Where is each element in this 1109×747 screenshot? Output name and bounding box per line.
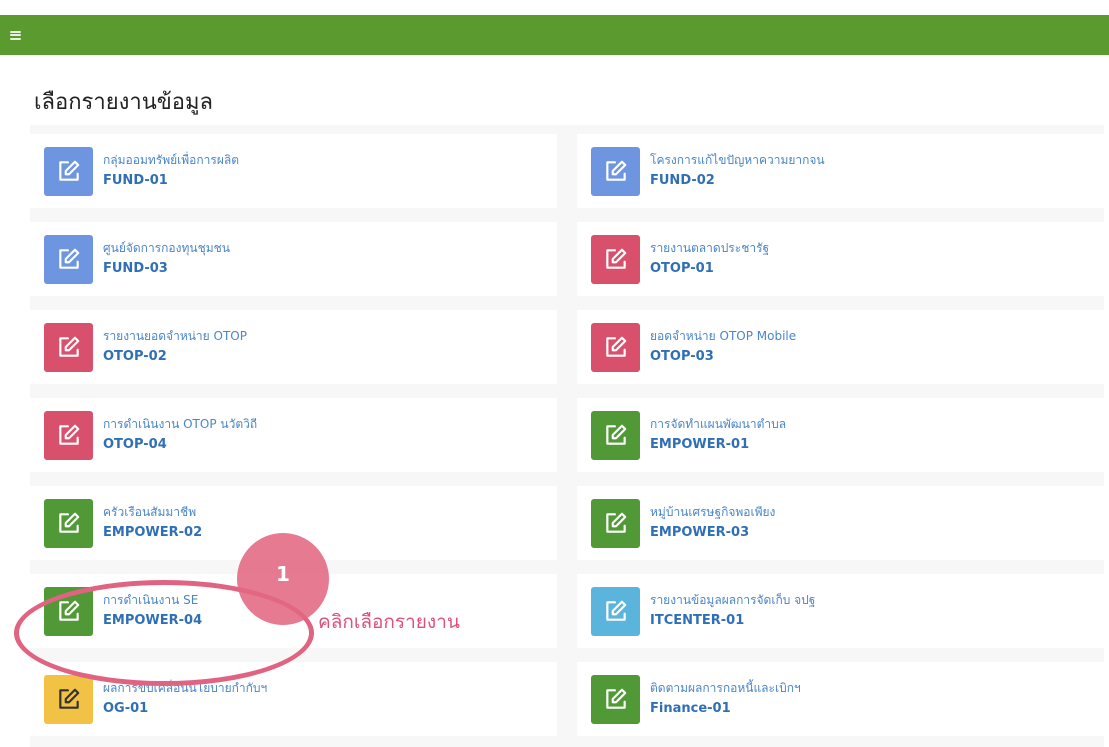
top-navbar [0, 15, 1109, 55]
edit-icon [44, 674, 93, 724]
report-card-finance-01[interactable]: ติดตามผลการกอหนี้และเบิกฯ Finance-01 [577, 662, 1104, 736]
edit-icon [591, 234, 640, 284]
edit-icon [591, 586, 640, 636]
report-card-fund-03[interactable]: ศูนย์จัดการกองทุนชุมชน FUND-03 [30, 222, 557, 296]
report-code[interactable]: EMPOWER-02 [103, 523, 202, 543]
report-code[interactable]: EMPOWER-01 [650, 435, 786, 455]
report-name[interactable]: โครงการแก้ไขปัญหาความยากจน [650, 152, 825, 168]
step-number: 1 [276, 562, 290, 586]
report-code[interactable]: FUND-01 [103, 171, 239, 191]
report-code[interactable]: OG-01 [103, 699, 267, 719]
hamburger-menu-icon[interactable] [10, 30, 21, 40]
report-card-otop-01[interactable]: รายงานตลาดประชารัฐ OTOP-01 [577, 222, 1104, 296]
edit-icon [44, 586, 93, 636]
report-name[interactable]: การจัดทำแผนพัฒนาตำบล [650, 416, 786, 432]
report-code[interactable]: OTOP-04 [103, 435, 257, 455]
report-card-empower-01[interactable]: การจัดทำแผนพัฒนาตำบล EMPOWER-01 [577, 398, 1104, 472]
edit-icon [44, 498, 93, 548]
report-code[interactable]: OTOP-02 [103, 347, 247, 367]
report-name[interactable]: รายงานยอดจำหน่าย OTOP [103, 328, 247, 344]
report-name[interactable]: รายงานตลาดประชารัฐ [650, 240, 769, 256]
edit-icon [44, 234, 93, 284]
report-name[interactable]: ติดตามผลการกอหนี้และเบิกฯ [650, 680, 801, 696]
report-grid: กลุ่มออมทรัพย์เพื่อการผลิต FUND-01 โครงก… [30, 134, 1104, 736]
report-card-otop-02[interactable]: รายงานยอดจำหน่าย OTOP OTOP-02 [30, 310, 557, 384]
edit-icon [44, 410, 93, 460]
report-code[interactable]: FUND-03 [103, 259, 230, 279]
report-card-otop-03[interactable]: ยอดจำหน่าย OTOP Mobile OTOP-03 [577, 310, 1104, 384]
instruction-callout: คลิกเลือกรายงาน [318, 611, 460, 633]
report-card-empower-03[interactable]: หมู่บ้านเศรษฐกิจพอเพียง EMPOWER-03 [577, 486, 1104, 560]
report-card-og-01[interactable]: ผลการขับเคลื่อนนโยบายกำกับฯ OG-01 [30, 662, 557, 736]
edit-icon [44, 322, 93, 372]
edit-icon [591, 674, 640, 724]
report-name[interactable]: กลุ่มออมทรัพย์เพื่อการผลิต [103, 152, 239, 168]
report-code[interactable]: FUND-02 [650, 171, 825, 191]
report-card-fund-01[interactable]: กลุ่มออมทรัพย์เพื่อการผลิต FUND-01 [30, 134, 557, 208]
report-name[interactable]: การดำเนินงาน SE [103, 592, 202, 608]
page-title: เลือกรายงานข้อมูล [34, 90, 213, 115]
edit-icon [591, 498, 640, 548]
edit-icon [44, 146, 93, 196]
report-code[interactable]: Finance-01 [650, 699, 801, 719]
report-code[interactable]: ITCENTER-01 [650, 611, 815, 631]
report-code[interactable]: EMPOWER-03 [650, 523, 775, 543]
report-code[interactable]: OTOP-01 [650, 259, 769, 279]
report-name[interactable]: ยอดจำหน่าย OTOP Mobile [650, 328, 796, 344]
report-name[interactable]: หมู่บ้านเศรษฐกิจพอเพียง [650, 504, 775, 520]
report-name[interactable]: รายงานข้อมูลผลการจัดเก็บ จปฐ [650, 592, 815, 608]
report-code[interactable]: EMPOWER-04 [103, 611, 202, 631]
report-card-itcenter-01[interactable]: รายงานข้อมูลผลการจัดเก็บ จปฐ ITCENTER-01 [577, 574, 1104, 648]
report-code[interactable]: OTOP-03 [650, 347, 796, 367]
edit-icon [591, 146, 640, 196]
step-number-badge: 1 [237, 533, 329, 625]
report-card-otop-04[interactable]: การดำเนินงาน OTOP นวัตวิถี OTOP-04 [30, 398, 557, 472]
report-name[interactable]: ศูนย์จัดการกองทุนชุมชน [103, 240, 230, 256]
report-name[interactable]: ผลการขับเคลื่อนนโยบายกำกับฯ [103, 680, 267, 696]
report-name[interactable]: การดำเนินงาน OTOP นวัตวิถี [103, 416, 257, 432]
report-card-fund-02[interactable]: โครงการแก้ไขปัญหาความยากจน FUND-02 [577, 134, 1104, 208]
report-name[interactable]: ครัวเรือนสัมมาชีพ [103, 504, 202, 520]
edit-icon [591, 322, 640, 372]
edit-icon [591, 410, 640, 460]
